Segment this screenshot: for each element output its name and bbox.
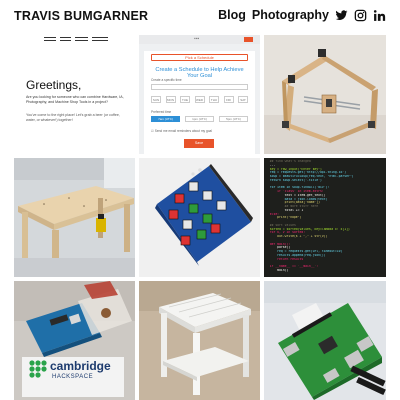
tile-wooden-frame-photo[interactable] <box>264 35 386 154</box>
app-cta-badge <box>244 36 253 42</box>
mini-nav-lines <box>44 37 109 43</box>
code-editor-text: ## find what's changed --- key = raw_inp… <box>266 160 354 273</box>
site-header: TRAVIS BUMGARNER Blog Photography <box>0 0 400 34</box>
tile-hackspace-photo[interactable]: cambridge HACKSPACE <box>14 281 135 400</box>
wooden-frame-image <box>264 35 386 154</box>
hackspace-wordmark: HACKSPACE <box>52 374 94 380</box>
time-option: 5pm (UTC) <box>219 116 248 122</box>
cambridge-hackspace-logo: cambridge HACKSPACE <box>28 355 111 387</box>
day-option: SUN <box>151 96 161 103</box>
hackspace-logo-icon <box>29 360 47 378</box>
cambridge-wordmark: cambridge <box>50 359 111 373</box>
day-option: THU <box>209 96 219 103</box>
tile-greetings-website[interactable]: Greetings, Are you looking for someone w… <box>14 35 135 154</box>
linkedin-icon[interactable] <box>373 9 386 22</box>
day-option: FRI <box>223 96 234 103</box>
day-option: MON <box>165 96 176 103</box>
tile-white-enclosure-photo[interactable] <box>139 281 260 400</box>
tile-button-board-photo[interactable] <box>139 158 260 277</box>
greetings-blurb: Are you looking for someone who can comb… <box>26 95 124 104</box>
time-field <box>151 84 248 90</box>
time-options: 7am (UTC) 1pm (UTC) 5pm (UTC) <box>151 116 248 123</box>
day-option: TUE <box>180 96 190 103</box>
raspberry-pi-image <box>264 281 386 400</box>
tile-schedule-app[interactable]: ▪▪▪ Pick a Schedule Create a Schedule to… <box>139 35 260 154</box>
reminder-checkbox-label: ☑ Send me email reminders about my goal <box>151 129 212 133</box>
app-logo: ▪▪▪ <box>194 36 200 42</box>
white-enclosure-image <box>139 281 260 400</box>
day-option: SAT <box>238 96 248 103</box>
schedule-select: Pick a Schedule <box>151 54 248 61</box>
greetings-blurb-2: You've come to the right place! Let's gr… <box>26 113 120 122</box>
button-board-image <box>139 158 260 277</box>
time-option: 1pm (UTC) <box>185 116 214 122</box>
tile-code-screenshot[interactable]: ## find what's changed --- key = raw_inp… <box>264 158 386 277</box>
greetings-heading: Greetings, <box>26 78 82 92</box>
times-label: Preferred time <box>151 110 172 114</box>
schedule-card: Pick a Schedule Create a Schedule to Hel… <box>144 51 255 154</box>
reminder-checkbox-text: Send me email reminders about my goal <box>154 129 212 133</box>
day-option: WED <box>194 96 205 103</box>
days-label: Create a specific time <box>151 78 182 82</box>
day-options: SUN MON TUE WED THU FRI SAT <box>151 96 248 104</box>
code-line: main() <box>266 268 289 272</box>
wooden-table-image <box>14 158 135 277</box>
app-topbar: ▪▪▪ <box>139 35 260 44</box>
portfolio-grid: Greetings, Are you looking for someone w… <box>14 35 386 400</box>
nav-photography-link[interactable]: Photography <box>252 8 329 22</box>
site-title[interactable]: TRAVIS BUMGARNER <box>14 9 148 23</box>
twitter-icon[interactable] <box>335 9 348 22</box>
tile-wooden-table-photo[interactable] <box>14 158 135 277</box>
time-option: 7am (UTC) <box>151 116 180 122</box>
tile-raspberry-pi-photo[interactable] <box>264 281 386 400</box>
main-nav: Blog Photography <box>218 8 386 22</box>
nav-blog-link[interactable]: Blog <box>218 8 246 22</box>
instagram-icon[interactable] <box>354 9 367 22</box>
save-button: Save <box>184 139 214 148</box>
